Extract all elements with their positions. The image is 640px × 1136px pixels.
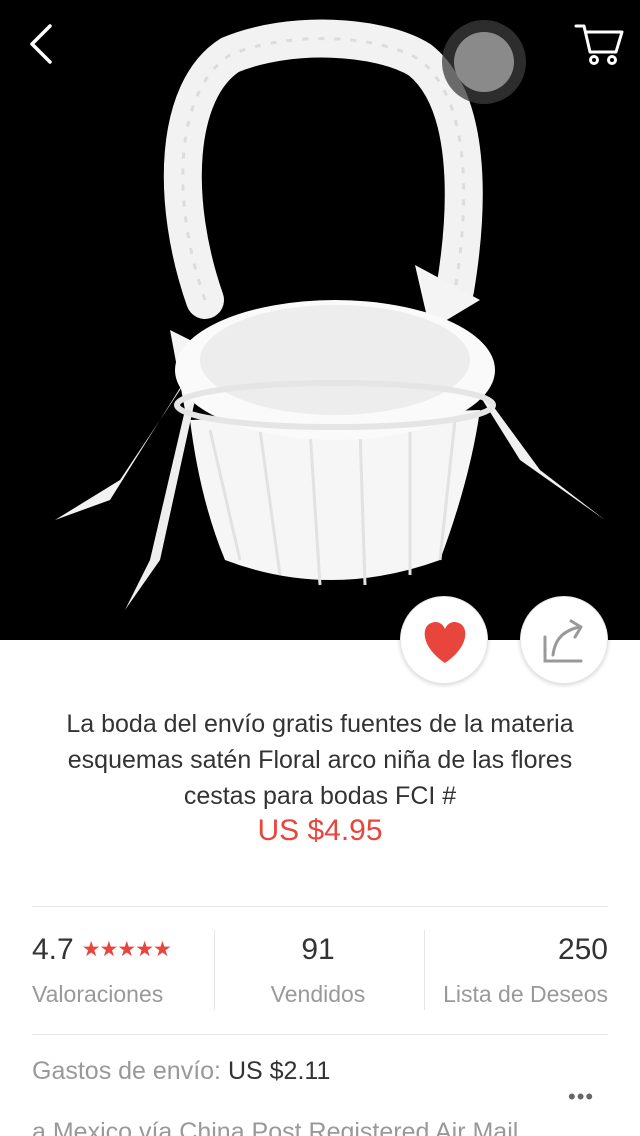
rating-stars-icon: ★★★★★ xyxy=(81,938,172,961)
cart-button[interactable] xyxy=(572,18,626,68)
sold-label: Vendidos xyxy=(270,981,366,1007)
heart-icon xyxy=(424,621,466,663)
sold-value: 91 xyxy=(301,933,335,966)
back-button[interactable] xyxy=(18,20,66,68)
share-icon xyxy=(543,619,583,663)
rating-value: 4.7 xyxy=(32,933,74,966)
shipping-method: a Mexico vía China Post Registered Air M… xyxy=(32,1118,519,1136)
shipping-info[interactable]: Gastos de envío: US $2.11 xyxy=(32,1057,330,1086)
more-options-icon[interactable]: ••• xyxy=(568,1086,594,1108)
wishlist-count: 250 xyxy=(557,933,608,966)
cart-icon xyxy=(574,24,624,65)
floating-button-core xyxy=(454,32,514,92)
stats-row: 4.7 ★★★★★ Valoraciones 91 Vendidos 250 Li… xyxy=(32,930,608,1010)
chevron-left-icon xyxy=(30,24,52,64)
share-button[interactable] xyxy=(520,596,608,684)
divider xyxy=(32,1034,608,1035)
product-title: La boda del envío gratis fuentes de la m… xyxy=(66,710,574,810)
sold-stat: 91 Vendidos xyxy=(212,930,424,1010)
floating-assistive-button[interactable] xyxy=(442,20,526,104)
divider xyxy=(32,906,608,907)
rating-stat[interactable]: 4.7 ★★★★★ Valoraciones xyxy=(32,930,212,1010)
product-price: US $4.95 xyxy=(257,814,383,847)
shipping-cost: US $2.11 xyxy=(227,1057,331,1085)
wishlist-label: Lista de Deseos xyxy=(443,981,608,1007)
basket-illustration xyxy=(55,19,605,610)
rating-label: Valoraciones xyxy=(32,981,164,1007)
wishlist-stat: 250 Lista de Deseos xyxy=(424,930,608,1010)
wishlist-button[interactable] xyxy=(400,596,488,684)
product-image[interactable] xyxy=(0,0,640,640)
shipping-label: Gastos de envío: xyxy=(32,1057,222,1085)
